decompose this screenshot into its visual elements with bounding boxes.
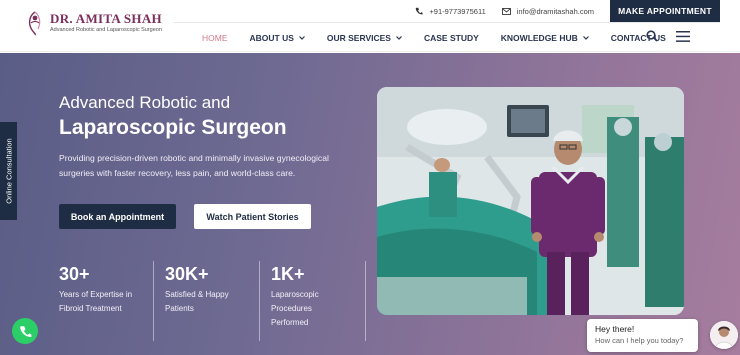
nav-icon-group bbox=[646, 30, 690, 42]
stat-label-line: Years of Expertise in bbox=[59, 290, 133, 299]
stat-label-line: Patients bbox=[165, 304, 194, 313]
whatsapp-phone-icon bbox=[19, 325, 31, 337]
stat-value: 1K+ bbox=[271, 264, 305, 284]
nav-label: CASE STUDY bbox=[423, 33, 479, 43]
nav-item-home[interactable]: HOME bbox=[202, 33, 228, 43]
stat-label: Years of Expertise in Fibroid Treatment bbox=[59, 288, 132, 316]
chevron-down-icon bbox=[298, 36, 305, 40]
phone-number: +91-9773975611 bbox=[429, 6, 486, 16]
stat-label-line: Procedures bbox=[271, 304, 312, 313]
chevron-down-icon bbox=[582, 36, 589, 40]
online-consultation-tab[interactable]: Online Consultation bbox=[0, 122, 17, 220]
stat-label-line: Laparoscopic bbox=[271, 290, 319, 299]
make-appointment-button[interactable]: MAKE APPOINTMENT bbox=[610, 0, 720, 22]
stat-label-line: Performed bbox=[271, 318, 309, 327]
chevron-down-icon bbox=[396, 36, 402, 40]
stat-label: Satisfied & Happy Patients bbox=[165, 288, 229, 316]
stat-divider bbox=[153, 261, 154, 341]
chat-subtitle: How can I help you today? bbox=[595, 336, 684, 345]
email-link[interactable]: info@dramitashah.com bbox=[501, 6, 594, 16]
nav-label: KNOWLEDGE HUB bbox=[500, 33, 578, 43]
side-tab-label: Online Consultation bbox=[4, 138, 13, 204]
nav-label: HOME bbox=[202, 33, 228, 43]
stat-procedures: 1K+ Laparoscopic Procedures Performed bbox=[271, 263, 319, 330]
chat-title: Hey there! bbox=[595, 324, 635, 334]
stat-label-line: Satisfied & Happy bbox=[165, 290, 229, 299]
logo-name: DR. AMITA SHAH bbox=[50, 11, 162, 26]
stat-patients: 30K+ Satisfied & Happy Patients bbox=[165, 263, 229, 316]
stat-label: Laparoscopic Procedures Performed bbox=[271, 288, 319, 330]
nav-label: OUR SERVICES bbox=[326, 33, 391, 43]
stat-value: 30+ bbox=[59, 264, 90, 284]
doctor-avatar-icon bbox=[710, 321, 738, 349]
main-nav: HOME ABOUT US OUR SERVICES CASE STUDY KN… bbox=[202, 28, 688, 48]
site-logo[interactable]: DR. AMITA SHAH Advanced Robotic and Lapa… bbox=[24, 10, 162, 36]
header-divider bbox=[174, 22, 720, 23]
nav-item-about-us[interactable]: ABOUT US bbox=[250, 33, 305, 43]
nav-item-knowledge-hub[interactable]: KNOWLEDGE HUB bbox=[501, 33, 589, 43]
hero-title-line1: Advanced Robotic and bbox=[59, 93, 231, 112]
stat-value: 30K+ bbox=[165, 264, 209, 284]
hero-surgeon-photo bbox=[377, 87, 684, 315]
stat-divider bbox=[259, 261, 260, 341]
menu-icon[interactable] bbox=[676, 30, 690, 42]
phone-link[interactable]: +91-9773975611 bbox=[415, 6, 486, 16]
hero-description: Providing precision-driven robotic and m… bbox=[59, 153, 329, 178]
mail-icon bbox=[501, 7, 511, 15]
chat-greeting-bubble[interactable]: Hey there! How can I help you today? bbox=[587, 319, 698, 352]
stat-label-line: Fibroid Treatment bbox=[59, 304, 122, 313]
nav-item-case-study[interactable]: CASE STUDY bbox=[424, 33, 479, 43]
top-contact-bar: +91-9773975611 info@dramitashah.com MAKE… bbox=[415, 0, 720, 22]
stat-divider bbox=[365, 261, 366, 341]
search-icon[interactable] bbox=[646, 30, 658, 42]
nav-item-our-services[interactable]: OUR SERVICES bbox=[327, 33, 402, 43]
logo-tagline: Advanced Robotic and Laparoscopic Surgeo… bbox=[50, 27, 162, 33]
hero-section: Advanced Robotic and Laparoscopic Surgeo… bbox=[0, 53, 740, 355]
stat-expertise: 30+ Years of Expertise in Fibroid Treatm… bbox=[59, 263, 132, 316]
hero-title-line2: Laparoscopic Surgeon bbox=[59, 116, 287, 139]
whatsapp-button[interactable] bbox=[12, 318, 38, 344]
phone-icon bbox=[416, 7, 423, 15]
site-header: DR. AMITA SHAH Advanced Robotic and Lapa… bbox=[0, 0, 740, 52]
email-address: info@dramitashah.com bbox=[516, 6, 594, 16]
logo-emblem-icon bbox=[28, 11, 41, 36]
book-appointment-button[interactable]: Book an Appointment bbox=[59, 204, 176, 229]
chat-avatar[interactable] bbox=[710, 321, 738, 349]
watch-patient-stories-button[interactable]: Watch Patient Stories bbox=[194, 204, 311, 229]
operating-room-illustration bbox=[377, 87, 684, 315]
nav-label: ABOUT US bbox=[249, 33, 294, 43]
